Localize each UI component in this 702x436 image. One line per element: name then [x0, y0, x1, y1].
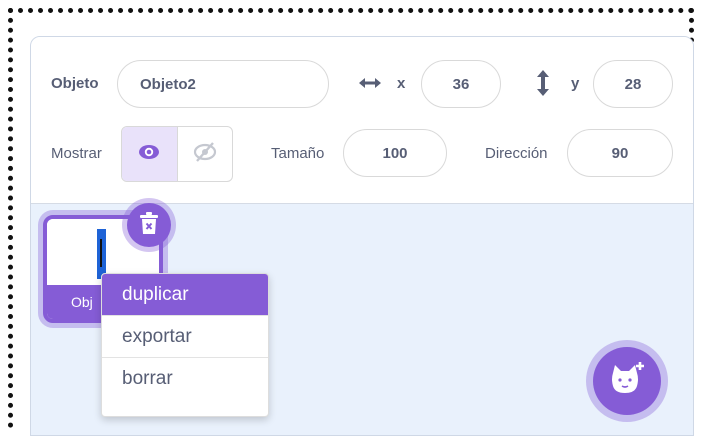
menu-item-export[interactable]: exportar: [102, 316, 268, 358]
x-input[interactable]: 36: [421, 60, 501, 108]
size-label: Tamaño: [271, 145, 325, 162]
show-label: Mostrar: [51, 145, 102, 162]
context-menu: duplicar exportar borrar: [101, 273, 269, 417]
size-input[interactable]: 100: [343, 129, 447, 177]
show-hidden-button[interactable]: [178, 127, 233, 181]
sprite-info-panel: Objeto Objeto2 x 36 y 28 Mostrar Tamaño …: [31, 37, 693, 204]
sprite-pane: Objeto Objeto2 x 36 y 28 Mostrar Tamaño …: [30, 36, 694, 436]
delete-sprite-button[interactable]: [127, 203, 171, 247]
add-sprite-button[interactable]: [593, 347, 661, 415]
eye-slash-icon: [193, 141, 217, 167]
y-label: y: [571, 75, 580, 92]
direction-input[interactable]: 90: [567, 129, 673, 177]
show-visible-button[interactable]: [122, 127, 178, 181]
cat-add-icon: [607, 361, 647, 402]
direction-label: Dirección: [485, 145, 548, 162]
y-input[interactable]: 28: [593, 60, 673, 108]
x-label: x: [397, 75, 406, 92]
trash-icon: [139, 211, 159, 240]
sprite-name-label: Objeto: [51, 75, 99, 92]
menu-item-duplicate[interactable]: duplicar: [102, 274, 268, 316]
sprite-name-input[interactable]: Objeto2: [117, 60, 329, 108]
eye-icon: [138, 144, 160, 165]
horizontal-arrows-icon: [357, 75, 383, 96]
menu-item-delete[interactable]: borrar: [102, 358, 268, 399]
show-toggle: [121, 126, 233, 182]
vertical-arrows-icon: [535, 69, 551, 102]
